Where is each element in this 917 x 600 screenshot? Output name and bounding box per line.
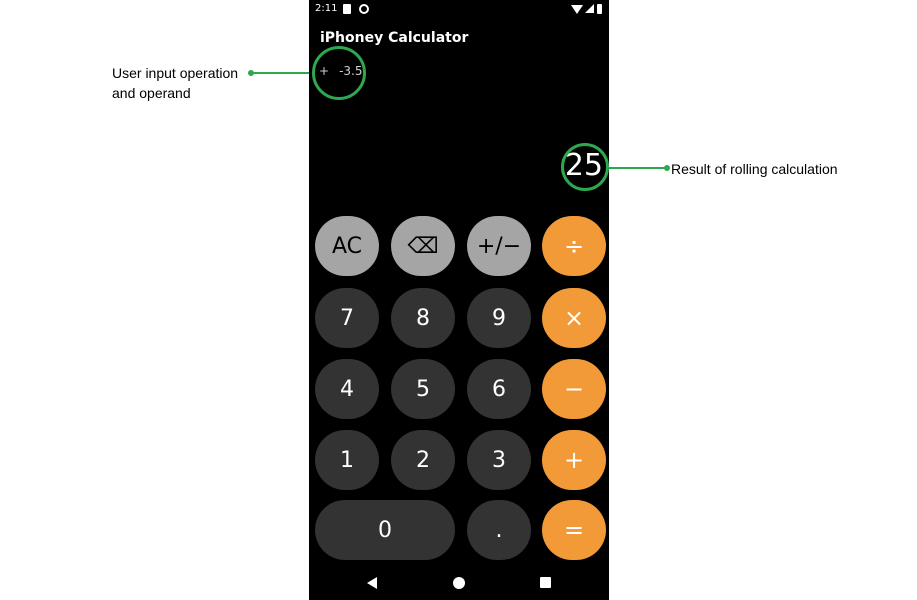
home-icon[interactable] <box>453 577 465 589</box>
subtract-button[interactable]: − <box>542 359 606 419</box>
digit-8-button[interactable]: 8 <box>391 288 455 348</box>
sd-card-icon <box>343 4 351 14</box>
recents-icon[interactable] <box>540 577 551 588</box>
add-button[interactable]: + <box>542 430 606 490</box>
result-annotation-dot <box>664 165 670 171</box>
rotation-icon <box>359 4 369 14</box>
digit-2-button[interactable]: 2 <box>391 430 455 490</box>
status-time: 2:11 <box>315 3 338 14</box>
digit-3-button[interactable]: 3 <box>467 430 531 490</box>
sign-toggle-button[interactable]: +/− <box>467 216 531 276</box>
digit-7-button[interactable]: 7 <box>315 288 379 348</box>
input-annotation-line2: and operand <box>112 85 191 101</box>
navigation-bar <box>309 568 609 600</box>
decimal-button[interactable]: . <box>467 500 531 560</box>
divide-button[interactable]: ÷ <box>542 216 606 276</box>
app-title: iPhoney Calculator <box>320 30 469 46</box>
status-bar: 2:11 <box>309 0 609 18</box>
backspace-button[interactable]: ⌫ <box>391 216 455 276</box>
result-highlight-circle <box>561 143 609 191</box>
back-icon[interactable] <box>367 577 377 589</box>
equals-button[interactable]: = <box>542 500 606 560</box>
result-annotation-connector <box>608 167 668 169</box>
digit-0-button[interactable]: 0 <box>315 500 455 560</box>
input-highlight-circle <box>312 46 366 100</box>
input-annotation-dot <box>248 70 254 76</box>
phone-screen: 2:11 iPhoney Calculator + -3.5 25 AC ⌫ +/… <box>309 0 609 600</box>
result-annotation: Result of rolling calculation <box>671 161 838 177</box>
input-annotation: User input operation and operand <box>112 63 272 103</box>
input-annotation-connector <box>251 72 314 74</box>
digit-9-button[interactable]: 9 <box>467 288 531 348</box>
digit-4-button[interactable]: 4 <box>315 359 379 419</box>
battery-icon <box>597 4 602 14</box>
signal-icon <box>585 4 594 13</box>
backspace-icon: ⌫ <box>407 233 439 259</box>
digit-1-button[interactable]: 1 <box>315 430 379 490</box>
digit-6-button[interactable]: 6 <box>467 359 531 419</box>
digit-5-button[interactable]: 5 <box>391 359 455 419</box>
multiply-button[interactable]: × <box>542 288 606 348</box>
wifi-icon <box>571 5 583 14</box>
clear-button[interactable]: AC <box>315 216 379 276</box>
